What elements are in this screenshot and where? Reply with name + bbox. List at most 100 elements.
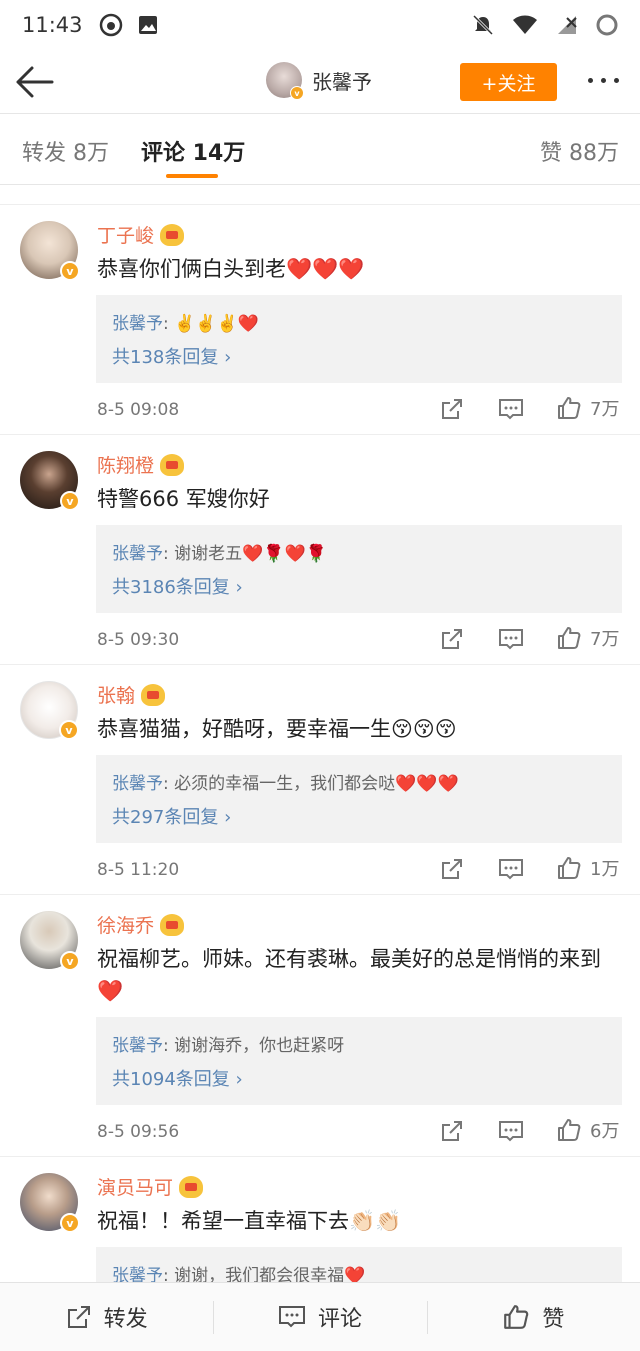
verified-icon: v bbox=[60, 951, 80, 971]
share-icon bbox=[67, 1306, 90, 1328]
thumbs-up-icon bbox=[558, 397, 581, 419]
tab-comment[interactable]: 评论 14万 bbox=[141, 135, 245, 167]
image-icon bbox=[137, 14, 159, 36]
thumbs-up-icon bbox=[558, 857, 581, 879]
bottom-action-bar: 转发 评论 赞 bbox=[0, 1282, 640, 1351]
status-time: 11:43 bbox=[22, 13, 83, 37]
reply-box[interactable]: 张馨予: 谢谢，我们都会很幸福❤️ bbox=[96, 1247, 622, 1282]
like-count: 7万 bbox=[590, 629, 620, 650]
verified-icon: v bbox=[60, 1213, 80, 1233]
comment-button[interactable]: 评论 bbox=[213, 1283, 426, 1351]
comment-time: 8-5 09:56 bbox=[97, 1122, 180, 1142]
more-button[interactable] bbox=[588, 78, 619, 83]
like-count: 6万 bbox=[590, 1121, 620, 1142]
crown-icon bbox=[179, 1175, 204, 1198]
avatar[interactable]: v bbox=[20, 681, 79, 740]
avatar[interactable]: v bbox=[20, 1173, 80, 1233]
like-button[interactable]: 6万 bbox=[556, 1117, 619, 1143]
reply-username[interactable]: 张馨予 bbox=[112, 1266, 163, 1282]
reply-box[interactable]: 张馨予: ✌️✌️✌️❤️ 共138条回复 › bbox=[96, 295, 622, 383]
reply-box[interactable]: 张馨予: 必须的幸福一生，我们都会哒❤️❤️❤️ 共297条回复 › bbox=[96, 755, 622, 843]
weibo-icon bbox=[99, 13, 123, 37]
comment-icon[interactable] bbox=[498, 857, 524, 881]
verified-icon: v bbox=[60, 261, 80, 281]
share-icon[interactable] bbox=[440, 857, 464, 881]
comment-icon[interactable] bbox=[498, 627, 524, 651]
status-bar: 11:43 bbox=[0, 0, 640, 50]
reply-username[interactable]: 张馨予 bbox=[112, 774, 163, 794]
battery-icon bbox=[596, 14, 618, 36]
chevron-right-icon: › bbox=[224, 347, 232, 368]
comment-icon bbox=[278, 1306, 305, 1328]
follow-button[interactable]: +关注 bbox=[460, 63, 557, 101]
comment-text: 祝福柳艺。师妹。还有裘琳。最美好的总是悄悄的来到❤️ bbox=[97, 947, 601, 1003]
comment-list[interactable]: v 丁子峻 恭喜你们俩白头到老❤️❤️❤️ 张馨予: ✌️✌️✌️❤️ 共138… bbox=[0, 185, 640, 1282]
like-button[interactable]: 1万 bbox=[556, 855, 619, 881]
comment-time: 8-5 09:30 bbox=[97, 630, 180, 650]
back-button[interactable] bbox=[14, 64, 54, 100]
reply-text: ✌️✌️✌️❤️ bbox=[174, 314, 259, 334]
share-icon[interactable] bbox=[440, 627, 464, 651]
reply-text: 必须的幸福一生，我们都会哒❤️❤️❤️ bbox=[174, 774, 459, 794]
like-button[interactable]: 7万 bbox=[556, 625, 619, 651]
tab-indicator bbox=[166, 174, 218, 178]
comment-icon[interactable] bbox=[498, 1119, 524, 1143]
thumbs-up-icon bbox=[558, 1119, 581, 1141]
tab-like[interactable]: 赞 88万 bbox=[540, 135, 619, 167]
tab-bar: 转发 8万 评论 14万 赞 88万 bbox=[0, 115, 640, 185]
comment-item: v 张翰 恭喜猫猫，好酷呀，要幸福一生😚😚😚 张馨予: 必须的幸福一生，我们都会… bbox=[0, 665, 640, 895]
comment-item: v 演员马可 祝福！！希望一直幸福下去👏🏻👏🏻 张馨予: 谢谢，我们都会很幸福❤… bbox=[0, 1157, 640, 1282]
comment-icon[interactable] bbox=[498, 397, 524, 421]
reply-box[interactable]: 张馨予: 谢谢海乔，你也赶紧呀 共1094条回复 › bbox=[96, 1017, 622, 1105]
reply-text: 谢谢，我们都会很幸福❤️ bbox=[174, 1266, 366, 1282]
comment-username[interactable]: 陈翔橙 bbox=[97, 451, 185, 478]
share-icon[interactable] bbox=[440, 397, 464, 421]
reply-box[interactable]: 张馨予: 谢谢老五❤️🌹❤️🌹 共3186条回复 › bbox=[96, 525, 622, 613]
reply-text: 谢谢海乔，你也赶紧呀 bbox=[174, 1036, 345, 1056]
share-icon[interactable] bbox=[440, 1119, 464, 1143]
nav-bar: v 张馨予 +关注 bbox=[0, 50, 640, 114]
comment-text: 祝福！！希望一直幸福下去👏🏻👏🏻 bbox=[97, 1209, 402, 1233]
signal-icon bbox=[556, 14, 578, 36]
thumbs-up-icon bbox=[504, 1305, 529, 1329]
verified-icon: v bbox=[290, 86, 304, 100]
nav-profile[interactable]: v 张馨予 bbox=[266, 62, 372, 100]
comment-username[interactable]: 演员马可 bbox=[97, 1173, 204, 1200]
reply-username[interactable]: 张馨予 bbox=[112, 314, 163, 334]
reply-count-link[interactable]: 共138条回复 › bbox=[112, 341, 606, 375]
reply-username[interactable]: 张馨予 bbox=[112, 544, 163, 564]
verified-icon: v bbox=[59, 720, 79, 740]
comment-text: 特警666 军嫂你好 bbox=[97, 487, 270, 511]
like-count: 7万 bbox=[590, 399, 620, 420]
avatar[interactable]: v bbox=[266, 62, 304, 100]
avatar[interactable]: v bbox=[20, 221, 80, 281]
comment-username[interactable]: 张翰 bbox=[97, 681, 166, 708]
repost-button[interactable]: 转发 bbox=[0, 1283, 213, 1351]
crown-icon bbox=[141, 683, 166, 706]
chevron-right-icon: › bbox=[235, 1069, 243, 1090]
comment-text: 恭喜猫猫，好酷呀，要幸福一生😚😚😚 bbox=[97, 717, 457, 741]
comment-username[interactable]: 徐海乔 bbox=[97, 911, 185, 938]
reply-count-link[interactable]: 共1094条回复 › bbox=[112, 1063, 606, 1097]
avatar[interactable]: v bbox=[20, 451, 80, 511]
chevron-right-icon: › bbox=[224, 807, 232, 828]
comment-item: v 陈翔橙 特警666 军嫂你好 张馨予: 谢谢老五❤️🌹❤️🌹 共3186条回… bbox=[0, 435, 640, 665]
comment-item: v 丁子峻 恭喜你们俩白头到老❤️❤️❤️ 张馨予: ✌️✌️✌️❤️ 共138… bbox=[0, 205, 640, 435]
like-button[interactable]: 赞 bbox=[426, 1283, 640, 1351]
reply-count-link[interactable]: 共297条回复 › bbox=[112, 801, 606, 835]
comment-time: 8-5 09:08 bbox=[97, 400, 180, 420]
reply-username[interactable]: 张馨予 bbox=[112, 1036, 163, 1056]
like-button[interactable]: 7万 bbox=[556, 395, 619, 421]
like-count: 1万 bbox=[590, 859, 620, 880]
verified-icon: v bbox=[60, 491, 80, 511]
avatar[interactable]: v bbox=[20, 911, 80, 971]
crown-icon bbox=[160, 453, 185, 476]
comment-username[interactable]: 丁子峻 bbox=[97, 221, 185, 248]
crown-icon bbox=[160, 913, 185, 936]
comment-text: 恭喜你们俩白头到老❤️❤️❤️ bbox=[97, 257, 365, 281]
thumbs-up-icon bbox=[558, 627, 581, 649]
reply-count-link[interactable]: 共3186条回复 › bbox=[112, 571, 606, 605]
comment-time: 8-5 11:20 bbox=[97, 860, 180, 880]
tab-repost[interactable]: 转发 8万 bbox=[22, 135, 109, 167]
nav-username: 张馨予 bbox=[312, 69, 372, 94]
